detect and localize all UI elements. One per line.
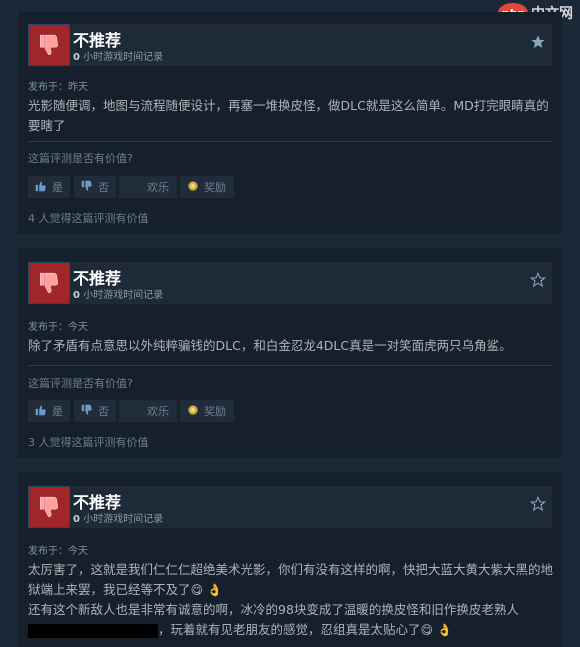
star-outline-icon[interactable]	[529, 271, 547, 288]
review-card-3: 不推荐 0 小时游戏时间记录 发布于：今天 太厉害了，这就是我们仁仁仁超绝美术光…	[18, 472, 562, 647]
hours-on-record: 0 小时游戏时间记录	[73, 514, 164, 525]
review-header: 不推荐 0 小时游戏时间记录	[28, 262, 552, 304]
review-body: 太厉害了，这就是我们仁仁仁超绝美术光影，你们有没有这样的啊，快把大蓝大黄大紫大黑…	[28, 560, 553, 640]
found-helpful-count: 4 人觉得这篇评测有价值	[28, 212, 149, 225]
hours-on-record: 0 小时游戏时间记录	[73, 52, 164, 63]
review-header: 不推荐 0 小时游戏时间记录	[28, 486, 552, 528]
grinning-face-icon: 😋	[190, 583, 204, 597]
vote-funny-button[interactable]: 欢乐	[119, 400, 177, 422]
posted-date: 发布于：今天	[28, 322, 88, 333]
grinning-face-icon: 😋	[420, 623, 434, 637]
vote-yes-label: 是	[52, 181, 63, 194]
redacted-block	[28, 623, 158, 638]
helpful-question: 这篇评测是否有价值?	[28, 377, 133, 390]
thumbs-down-icon	[28, 486, 70, 528]
vote-funny-label: 欢乐	[147, 405, 169, 418]
thumbs-down-icon	[28, 24, 70, 66]
thumbs-up-icon	[34, 403, 48, 420]
divider	[28, 141, 553, 142]
star-outline-icon[interactable]	[529, 495, 547, 512]
vote-no-label: 否	[98, 181, 109, 194]
award-button[interactable]: 奖励	[180, 176, 234, 198]
thumbs-down-icon	[28, 262, 70, 304]
thumbs-down-icon	[80, 179, 94, 196]
review-card-1: 不推荐 0 小时游戏时间记录 发布于：昨天 光影随便调，地图与流程随便设计，再塞…	[18, 12, 562, 234]
ok-hand-icon: 👌	[207, 583, 222, 597]
vote-yes-label: 是	[52, 405, 63, 418]
review-body: 光影随便调，地图与流程随便设计，再塞一堆换皮怪，做DLC就是这么简单。MD打完眼…	[28, 98, 549, 133]
star-filled-icon[interactable]	[530, 34, 546, 50]
vote-no-label: 否	[98, 405, 109, 418]
helpful-question: 这篇评测是否有价值?	[28, 152, 133, 165]
review-body-line-1: 太厉害了，这就是我们仁仁仁超绝美术光影，你们有没有这样的啊，快把大蓝大黄大紫大黑…	[28, 562, 554, 597]
review-body: 除了矛盾有点意思以外纯粹骗钱的DLC，和白金忍龙4DLC真是一对笑面虎两只乌角鲨…	[28, 338, 512, 353]
vote-no-button[interactable]: 否	[74, 176, 116, 198]
thumbs-up-icon	[34, 179, 48, 196]
award-button[interactable]: 奖励	[180, 400, 234, 422]
ok-hand-icon: 👌	[437, 623, 452, 637]
posted-date: 发布于：昨天	[28, 82, 88, 93]
found-helpful-count: 3 人觉得这篇评测有价值	[28, 436, 149, 449]
hours-on-record: 0 小时游戏时间记录	[73, 290, 164, 301]
award-icon	[186, 403, 200, 420]
divider	[28, 365, 553, 366]
review-card-2: 不推荐 0 小时游戏时间记录 发布于：今天 除了矛盾有点意思以外纯粹骗钱的DLC…	[18, 248, 562, 458]
award-label: 奖励	[204, 405, 226, 418]
posted-date: 发布于：今天	[28, 546, 88, 557]
award-icon	[186, 179, 200, 196]
vote-funny-label: 欢乐	[147, 181, 169, 194]
thumbs-down-icon	[80, 403, 94, 420]
review-header: 不推荐 0 小时游戏时间记录	[28, 24, 552, 66]
vote-yes-button[interactable]: 是	[28, 176, 70, 198]
review-body-line-2: 还有这个新敌人也是非常有诚意的啊，冰冷的98块变成了温暖的换皮怪和旧作换皮老熟人	[28, 602, 519, 617]
award-label: 奖励	[204, 181, 226, 194]
vote-funny-button[interactable]: 欢乐	[119, 176, 177, 198]
vote-no-button[interactable]: 否	[74, 400, 116, 422]
review-body-line-3: ，玩着就有见老朋友的感觉，忍组真是太贴心了	[158, 622, 421, 637]
vote-yes-button[interactable]: 是	[28, 400, 70, 422]
